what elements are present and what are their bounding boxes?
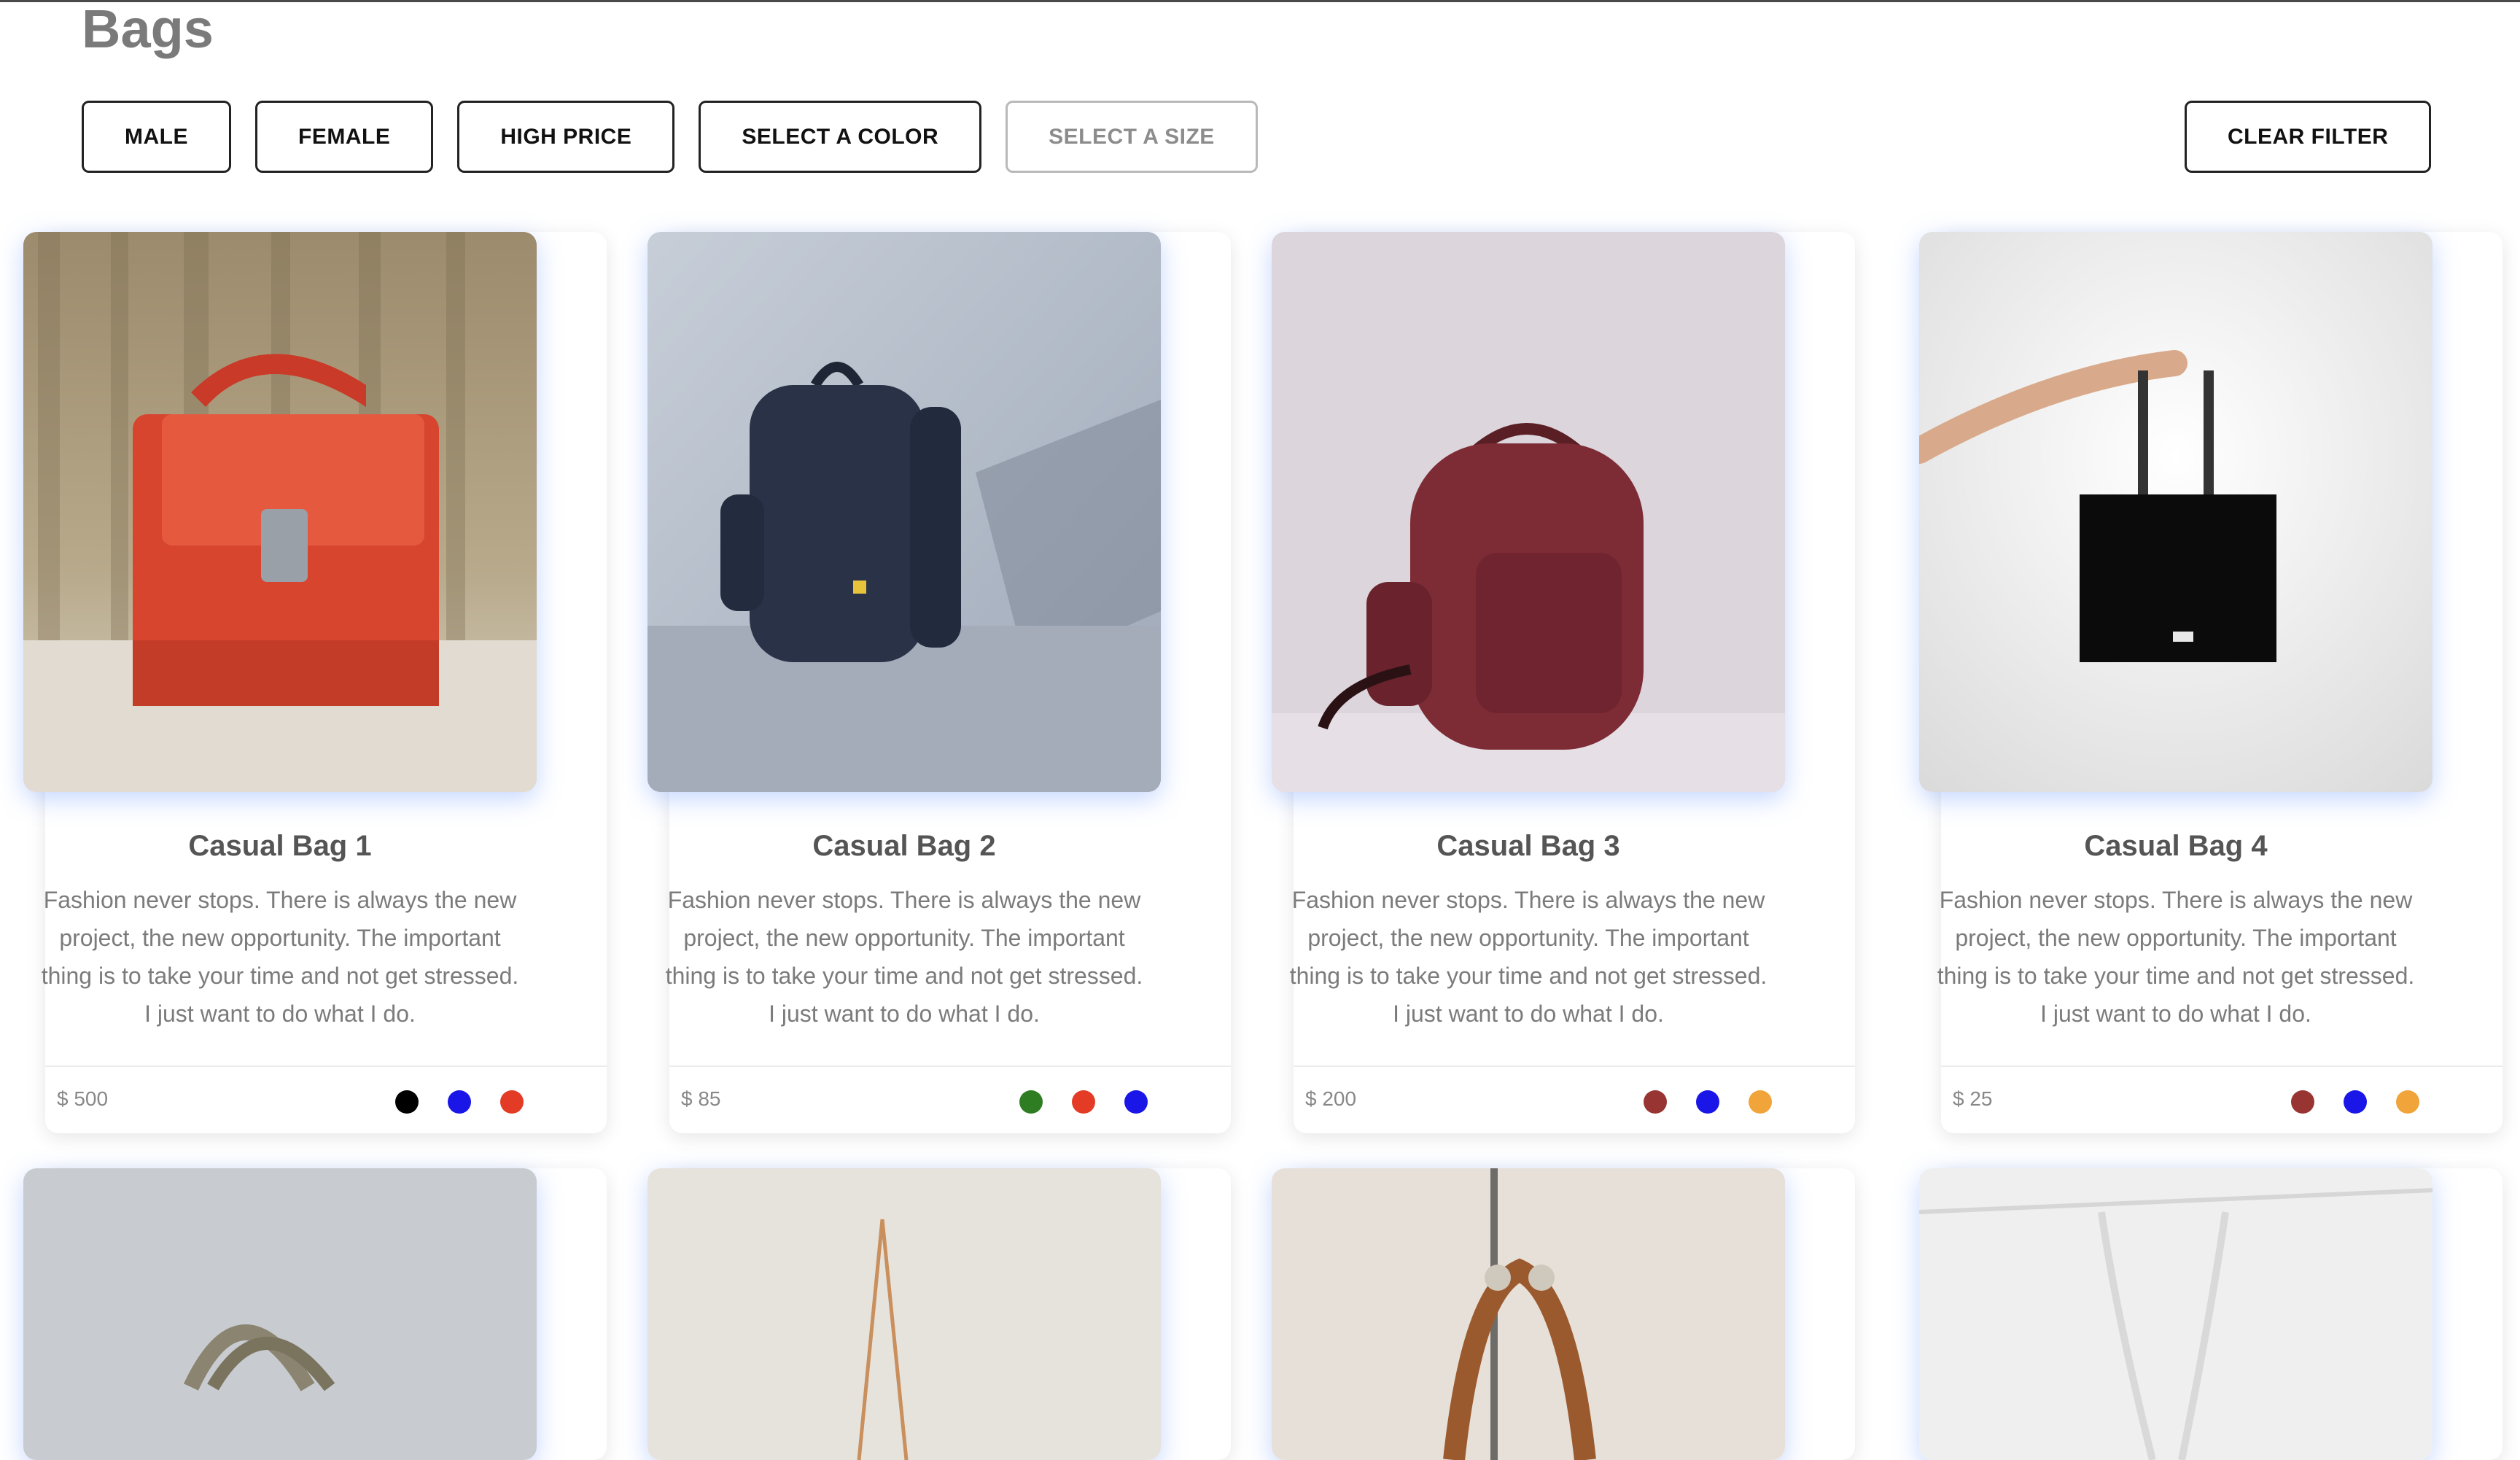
product-image-khaki-bag[interactable] xyxy=(23,1168,537,1460)
product-card[interactable] xyxy=(1919,1168,2502,1460)
product-card[interactable] xyxy=(1272,1168,1855,1460)
filter-high-price-button[interactable]: HIGH PRICE xyxy=(457,101,675,173)
product-image-chain-bag[interactable] xyxy=(648,1168,1161,1460)
product-price: $ 25 xyxy=(1953,1087,1993,1110)
product-image-red-handbag[interactable] xyxy=(23,232,537,792)
color-swatch[interactable] xyxy=(1124,1090,1148,1114)
page-title: Bags xyxy=(82,0,214,59)
product-price: $ 200 xyxy=(1305,1087,1357,1110)
filter-female-button[interactable]: FEMALE xyxy=(255,101,434,173)
color-swatches xyxy=(2291,1090,2419,1114)
color-swatches xyxy=(1644,1090,1772,1114)
product-footer: $ 25 xyxy=(1941,1065,2502,1133)
color-swatch[interactable] xyxy=(1749,1090,1772,1114)
product-description: Fashion never stops. There is always the… xyxy=(665,887,1143,1027)
product-title: Casual Bag 4 xyxy=(2084,830,2268,862)
color-swatches xyxy=(1019,1090,1148,1114)
product-card[interactable]: Casual Bag 2 Fashion never stops. There … xyxy=(648,232,1231,1133)
product-description: Fashion never stops. There is always the… xyxy=(41,887,519,1027)
product-card[interactable] xyxy=(648,1168,1231,1460)
color-swatch[interactable] xyxy=(395,1090,419,1114)
color-swatch[interactable] xyxy=(2344,1090,2367,1114)
product-description: Fashion never stops. There is always the… xyxy=(1289,887,1768,1027)
product-image-brown-tote[interactable] xyxy=(1272,1168,1785,1460)
product-footer: $ 500 xyxy=(45,1065,607,1133)
filter-bar: MALE FEMALE HIGH PRICE SELECT A COLOR SE… xyxy=(82,101,1258,173)
color-swatch[interactable] xyxy=(500,1090,524,1114)
product-title: Casual Bag 1 xyxy=(188,830,372,862)
filter-male-button[interactable]: MALE xyxy=(82,101,231,173)
product-description: Fashion never stops. There is always the… xyxy=(1937,887,2415,1027)
product-card[interactable]: Casual Bag 4 Fashion never stops. There … xyxy=(1919,232,2502,1133)
product-price: $ 500 xyxy=(57,1087,109,1110)
color-swatch[interactable] xyxy=(2291,1090,2314,1114)
color-swatch[interactable] xyxy=(1072,1090,1095,1114)
product-image-black-tote[interactable] xyxy=(1919,232,2432,792)
color-swatches xyxy=(395,1090,524,1114)
color-swatch[interactable] xyxy=(448,1090,471,1114)
color-swatch[interactable] xyxy=(1019,1090,1043,1114)
product-card[interactable]: Casual Bag 1 Fashion never stops. There … xyxy=(23,232,607,1133)
product-title: Casual Bag 3 xyxy=(1436,830,1620,862)
top-divider xyxy=(0,0,2520,2)
product-footer: $ 200 xyxy=(1294,1065,1855,1133)
color-swatch[interactable] xyxy=(2396,1090,2419,1114)
product-image-navy-backpack[interactable] xyxy=(648,232,1161,792)
product-image-burgundy-backpack[interactable] xyxy=(1272,232,1785,792)
color-swatch[interactable] xyxy=(1644,1090,1667,1114)
select-color-button[interactable]: SELECT A COLOR xyxy=(699,101,982,173)
select-size-button[interactable]: SELECT A SIZE xyxy=(1006,101,1258,173)
color-swatch[interactable] xyxy=(1696,1090,1719,1114)
product-footer: $ 85 xyxy=(669,1065,1231,1133)
clear-filter-button[interactable]: CLEAR FILTER xyxy=(2185,101,2432,173)
product-card[interactable] xyxy=(23,1168,607,1460)
product-price: $ 85 xyxy=(681,1087,721,1110)
product-title: Casual Bag 2 xyxy=(812,830,996,862)
product-image-white-tote[interactable] xyxy=(1919,1168,2432,1460)
product-card[interactable]: Casual Bag 3 Fashion never stops. There … xyxy=(1272,232,1855,1133)
